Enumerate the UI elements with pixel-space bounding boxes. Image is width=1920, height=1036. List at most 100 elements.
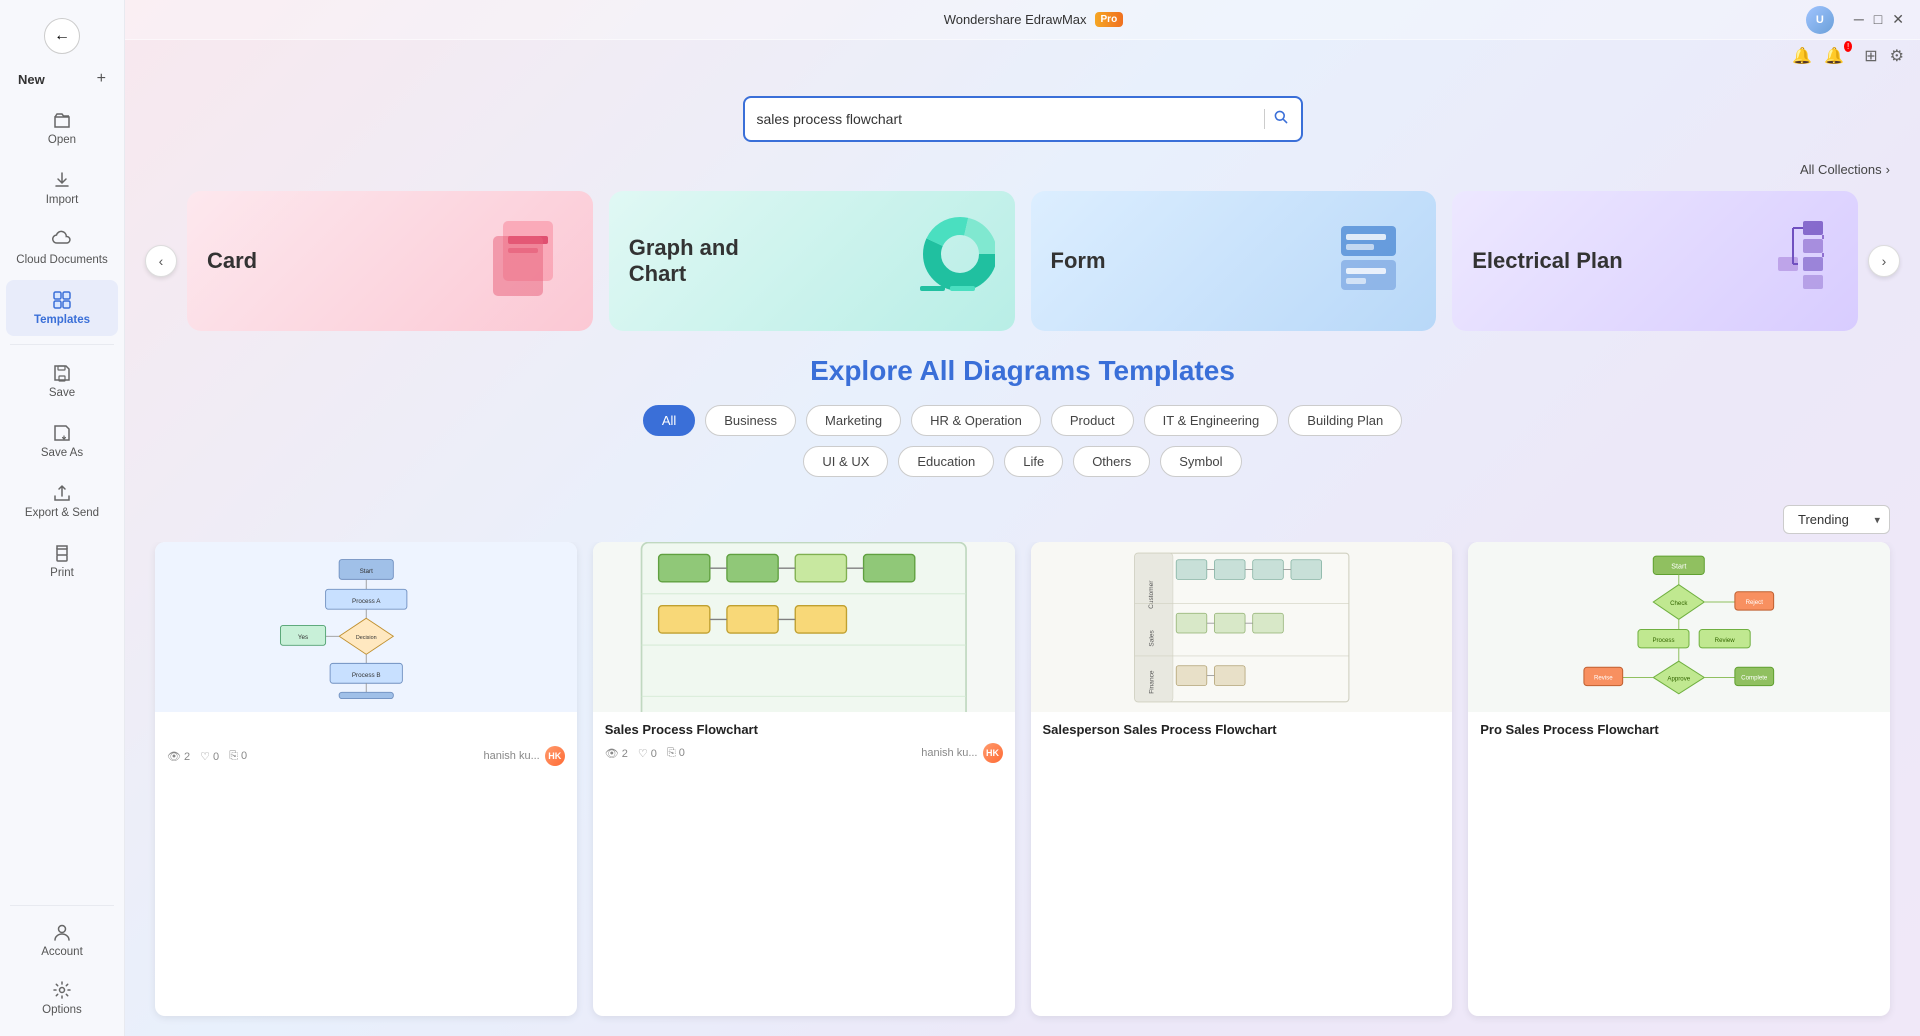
template-card-1[interactable]: Start Process A Decision Yes Proces — [155, 542, 577, 1016]
form-icon — [1326, 211, 1416, 311]
sidebar-item-cloud-documents[interactable]: Cloud Documents — [6, 220, 118, 276]
maximize-button[interactable]: □ — [1874, 11, 1882, 28]
filter-others[interactable]: Others — [1073, 446, 1150, 477]
template-card-4[interactable]: Start Check Reject Process Review — [1468, 542, 1890, 1016]
sidebar-item-templates[interactable]: Templates — [6, 280, 118, 336]
sidebar-item-account[interactable]: Account — [6, 912, 118, 968]
notification-icon[interactable]: 🔔! — [1824, 46, 1852, 66]
search-button[interactable] — [1273, 109, 1289, 130]
svg-text:Process B: Process B — [351, 672, 380, 679]
filter-ui-ux[interactable]: UI & UX — [803, 446, 888, 477]
sidebar-item-import[interactable]: Import — [6, 160, 118, 216]
graph-chart-label: Graph and Chart — [629, 235, 794, 288]
filter-product[interactable]: Product — [1051, 405, 1134, 436]
filter-row-2: UI & UX Education Life Others Symbol — [155, 446, 1890, 477]
user-name-2: hanish ku... — [921, 747, 977, 759]
sidebar-item-new[interactable]: New + — [6, 62, 118, 96]
window-controls: ─ □ ✕ — [1854, 11, 1904, 28]
category-card-electrical-plan[interactable]: Electrical Plan — [1452, 191, 1858, 331]
template-thumb-1: Start Process A Decision Yes Proces — [155, 542, 577, 712]
user-avatar[interactable]: U — [1806, 6, 1834, 34]
template-meta-2: 👁 2 ♡ 0 ⎘ 0 hanish ku... HK — [605, 743, 1003, 763]
filter-it-engineering[interactable]: IT & Engineering — [1144, 405, 1279, 436]
print-icon — [52, 543, 72, 563]
filter-symbol[interactable]: Symbol — [1160, 446, 1241, 477]
all-collections-link[interactable]: All Collections › — [1800, 162, 1890, 177]
search-area: sales process flowchart — [125, 66, 1920, 162]
carousel-cards: Card Graph and Chart — [177, 187, 1868, 335]
svg-text:Yes: Yes — [297, 634, 307, 641]
minimize-button[interactable]: ─ — [1854, 11, 1864, 28]
electrical-plan-icon — [1748, 211, 1838, 311]
settings-icon[interactable]: ⚙ — [1890, 46, 1904, 66]
carousel-prev-button[interactable]: ‹ — [145, 245, 177, 277]
account-label: Account — [41, 946, 83, 958]
filter-row-1: All Business Marketing HR & Operation Pr… — [155, 405, 1890, 436]
template-name-4: Pro Sales Process Flowchart — [1480, 722, 1878, 737]
back-button[interactable]: ← — [44, 18, 80, 54]
sort-select[interactable]: Trending Newest Most Used — [1783, 505, 1890, 534]
filter-hr-operation[interactable]: HR & Operation — [911, 405, 1041, 436]
svg-text:Check: Check — [1670, 600, 1688, 607]
search-input[interactable]: sales process flowchart — [757, 111, 1256, 127]
template-info-1: 👁 2 ♡ 0 ⎘ 0 hanish ku... HK — [155, 712, 577, 776]
sidebar-item-options[interactable]: Options — [6, 970, 118, 1026]
sidebar-item-print[interactable]: Print — [6, 533, 118, 589]
save-label: Save — [49, 387, 75, 399]
template-stats-2: 👁 2 ♡ 0 ⎘ 0 — [605, 747, 685, 760]
carousel-next-button[interactable]: › — [1868, 245, 1900, 277]
svg-text:Start: Start — [1672, 562, 1687, 570]
filter-education[interactable]: Education — [898, 446, 994, 477]
template-thumb-4: Start Check Reject Process Review — [1468, 542, 1890, 712]
next-arrow-icon: › — [1882, 253, 1887, 269]
electrical-plan-label: Electrical Plan — [1472, 248, 1622, 274]
filter-all[interactable]: All — [643, 405, 695, 436]
category-card-card[interactable]: Card — [187, 191, 593, 331]
update-icon[interactable]: 🔔 — [1792, 46, 1812, 66]
template-card-3[interactable]: Customer Sales Finance — [1031, 542, 1453, 1016]
svg-text:Sales: Sales — [1148, 629, 1155, 646]
filter-business[interactable]: Business — [705, 405, 796, 436]
filter-building-plan[interactable]: Building Plan — [1288, 405, 1402, 436]
svg-text:Complete: Complete — [1742, 674, 1769, 681]
open-icon — [52, 110, 72, 130]
views-stat-1: 👁 2 — [167, 750, 190, 763]
user-name-1: hanish ku... — [483, 750, 539, 762]
svg-text:Customer: Customer — [1148, 579, 1155, 608]
category-card-graph-chart[interactable]: Graph and Chart — [609, 191, 1015, 331]
sidebar-bottom: Account Options — [0, 899, 124, 1028]
search-divider — [1264, 109, 1265, 129]
svg-text:Decision: Decision — [356, 635, 377, 641]
layout-icon[interactable]: ⊞ — [1864, 46, 1877, 66]
close-button[interactable]: ✕ — [1892, 11, 1904, 28]
card-label: Card — [207, 248, 257, 274]
cloud-documents-label: Cloud Documents — [16, 254, 107, 266]
save-as-icon — [52, 423, 72, 443]
sidebar-item-open[interactable]: Open — [6, 100, 118, 156]
flowchart-svg-2 — [614, 542, 994, 712]
sidebar: ← New + Open Import Cloud Documents Te — [0, 0, 125, 1036]
main-content: Wondershare EdrawMax Pro U ─ □ ✕ 🔔 🔔! ⊞ … — [125, 0, 1920, 1036]
sort-wrapper: Trending Newest Most Used — [1783, 505, 1890, 534]
pro-badge: Pro — [1095, 12, 1124, 27]
cloud-icon — [52, 230, 72, 250]
svg-text:Approve: Approve — [1668, 675, 1691, 682]
sidebar-item-export-send[interactable]: Export & Send — [6, 473, 118, 529]
app-title: Wondershare EdrawMax — [944, 12, 1087, 27]
template-card-2[interactable]: ONLINE SALES PROCESS — [593, 542, 1015, 1016]
filter-marketing[interactable]: Marketing — [806, 405, 901, 436]
user-chip-1: hanish ku... HK — [483, 746, 564, 766]
user-avatar-1: HK — [545, 746, 565, 766]
svg-text:Finance: Finance — [1148, 670, 1155, 694]
import-label: Import — [46, 194, 79, 206]
all-collections-arrow: › — [1886, 162, 1890, 177]
sidebar-item-save-as[interactable]: Save As — [6, 413, 118, 469]
copies-stat-1: ⎘ 0 — [229, 750, 247, 763]
likes-stat-2: ♡ 0 — [638, 747, 657, 760]
plus-icon: + — [97, 70, 106, 88]
filter-life[interactable]: Life — [1004, 446, 1063, 477]
template-thumb-3: Customer Sales Finance — [1031, 542, 1453, 712]
sidebar-item-save[interactable]: Save — [6, 353, 118, 409]
category-card-form[interactable]: Form — [1031, 191, 1437, 331]
explore-title: Explore All Diagrams Templates — [155, 355, 1890, 387]
